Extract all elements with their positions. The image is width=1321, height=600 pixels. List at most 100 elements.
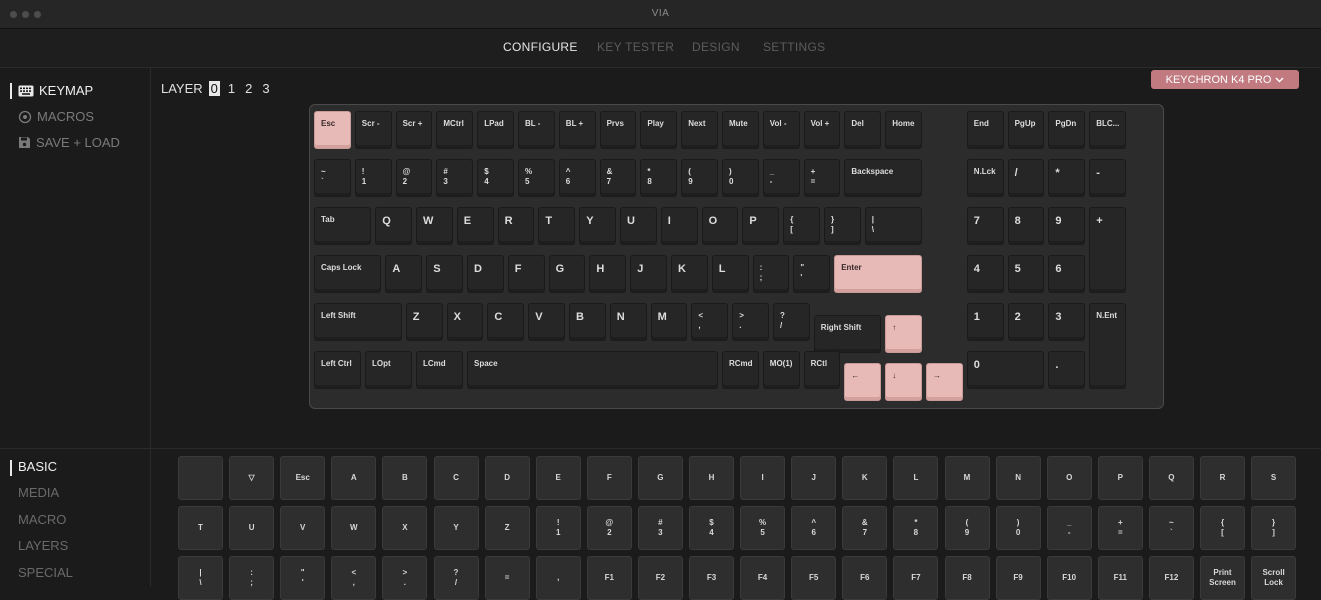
key-r0-c5[interactable]: BL - — [518, 111, 555, 149]
key-r2-c1[interactable]: Q — [375, 207, 412, 245]
key-r4-c11[interactable]: Right Shift — [813, 315, 882, 353]
key-r1-c4[interactable]: $ 4 — [477, 159, 514, 197]
key-r3-c14[interactable]: 5 — [1007, 255, 1045, 293]
key-r5-c2[interactable]: LCmd — [416, 351, 463, 389]
sidebar-item-macros[interactable]: MACROS — [18, 109, 94, 124]
keycode-button-r1-c0[interactable]: T — [178, 506, 223, 550]
keycode-button-r1-c15[interactable]: ( 9 — [944, 506, 990, 550]
keycode-button-r1-c11[interactable]: % 5 — [740, 506, 786, 550]
keycode-button-r0-c17[interactable]: O — [1046, 456, 1092, 500]
key-r4-c5[interactable]: B — [569, 303, 606, 341]
key-r1-c12[interactable]: + = — [803, 159, 841, 197]
keycode-button-r2-c1[interactable]: : ; — [229, 556, 275, 600]
keycode-button-r1-c16[interactable]: ) 0 — [995, 506, 1041, 550]
key-r1-c7[interactable]: & 7 — [599, 159, 637, 197]
keycode-button-r1-c9[interactable]: # 3 — [637, 506, 683, 550]
keycode-button-r2-c8[interactable]: F1 — [586, 556, 632, 600]
key-r5-c7[interactable]: ← — [844, 363, 882, 401]
category-basic[interactable]: BASIC — [18, 459, 57, 474]
key-r0-c17[interactable]: PgDn — [1048, 111, 1086, 149]
key-r3-c2[interactable]: S — [426, 255, 463, 293]
keycode-button-r0-c16[interactable]: N — [995, 456, 1041, 500]
key-r5-c5[interactable]: MO(1) — [762, 351, 800, 389]
key-r1-c15[interactable]: / — [1007, 159, 1045, 197]
key-r4-c12[interactable]: ↑ — [885, 315, 922, 353]
keycode-button-r1-c17[interactable]: _ - — [1046, 506, 1092, 550]
key-r2-c12[interactable]: } ] — [824, 207, 861, 245]
key-r1-c11[interactable]: _ - — [762, 159, 800, 197]
key-r3-c11[interactable]: " ' — [793, 255, 831, 293]
key-r1-c0[interactable]: ~ ` — [314, 159, 351, 197]
device-select-button[interactable]: KEYCHRON K4 PRO — [1151, 70, 1299, 89]
key-r3-c9[interactable]: L — [711, 255, 749, 293]
key-r3-c15[interactable]: 6 — [1048, 255, 1086, 293]
keycode-button-r2-c12[interactable]: F5 — [791, 556, 837, 600]
key-r4-c16[interactable]: N.Ent — [1089, 303, 1126, 389]
keycode-button-r0-c3[interactable]: A — [331, 456, 377, 500]
keycode-button-r2-c4[interactable]: > . — [382, 556, 428, 600]
keycode-button-r0-c20[interactable]: R — [1200, 456, 1245, 500]
key-r2-c11[interactable]: { [ — [783, 207, 820, 245]
sidebar-item-keymap[interactable]: KEYMAP — [18, 83, 93, 98]
keycode-button-r2-c9[interactable]: F2 — [637, 556, 683, 600]
key-r0-c14[interactable]: Home — [885, 111, 922, 149]
tab-design[interactable]: DESIGN — [692, 40, 740, 54]
key-r1-c16[interactable]: * — [1048, 159, 1086, 197]
keycode-button-r1-c12[interactable]: ^ 6 — [791, 506, 837, 550]
key-r4-c1[interactable]: Z — [405, 303, 443, 341]
layer-1-button[interactable]: 1 — [226, 81, 237, 96]
key-r4-c14[interactable]: 2 — [1007, 303, 1045, 341]
key-r1-c8[interactable]: * 8 — [640, 159, 678, 197]
keycode-button-r2-c10[interactable]: F3 — [689, 556, 734, 600]
key-r1-c14[interactable]: N.Lck — [966, 159, 1004, 197]
key-r3-c4[interactable]: F — [507, 255, 545, 293]
keycode-button-r2-c14[interactable]: F7 — [893, 556, 939, 600]
key-r4-c3[interactable]: C — [487, 303, 525, 341]
key-r5-c0[interactable]: Left Ctrl — [314, 351, 361, 389]
key-r2-c2[interactable]: W — [416, 207, 453, 245]
key-r1-c9[interactable]: ( 9 — [681, 159, 718, 197]
keycode-button-r1-c10[interactable]: $ 4 — [689, 506, 734, 550]
key-r5-c11[interactable]: . — [1048, 351, 1086, 389]
keycode-button-r0-c18[interactable]: P — [1097, 456, 1143, 500]
keycode-button-r0-c8[interactable]: F — [586, 456, 632, 500]
keycode-button-r0-c12[interactable]: J — [791, 456, 837, 500]
key-r2-c5[interactable]: T — [538, 207, 576, 245]
keycode-button-r1-c21[interactable]: } ] — [1251, 506, 1297, 550]
key-r0-c15[interactable]: End — [966, 111, 1004, 149]
category-special[interactable]: SPECIAL — [18, 565, 73, 580]
key-r5-c1[interactable]: LOpt — [365, 351, 412, 389]
keycode-button-r2-c7[interactable]: , — [535, 556, 581, 600]
key-r0-c13[interactable]: Del — [844, 111, 882, 149]
keycode-button-r1-c20[interactable]: { [ — [1200, 506, 1245, 550]
keycode-button-r2-c5[interactable]: ? / — [433, 556, 479, 600]
key-r4-c0[interactable]: Left Shift — [314, 303, 402, 341]
key-r5-c3[interactable]: Space — [467, 351, 718, 389]
keycode-button-r2-c2[interactable]: " ' — [280, 556, 326, 600]
key-r1-c1[interactable]: ! 1 — [354, 159, 392, 197]
category-macro[interactable]: MACRO — [18, 512, 66, 527]
key-r1-c6[interactable]: ^ 6 — [558, 159, 596, 197]
keycode-button-r2-c0[interactable]: | \ — [178, 556, 223, 600]
keycode-button-r0-c15[interactable]: M — [944, 456, 990, 500]
key-r4-c2[interactable]: X — [446, 303, 484, 341]
key-r0-c12[interactable]: Vol + — [803, 111, 841, 149]
key-r2-c8[interactable]: I — [660, 207, 698, 245]
keycode-button-r2-c17[interactable]: F10 — [1046, 556, 1092, 600]
layer-2-button[interactable]: 2 — [243, 81, 254, 96]
keycode-button-r2-c19[interactable]: F12 — [1148, 556, 1194, 600]
keycode-button-r0-c5[interactable]: C — [433, 456, 479, 500]
key-r1-c5[interactable]: % 5 — [518, 159, 555, 197]
key-r0-c9[interactable]: Next — [681, 111, 718, 149]
key-r4-c9[interactable]: > . — [732, 303, 769, 341]
key-r4-c6[interactable]: N — [609, 303, 647, 341]
keycode-button-r0-c10[interactable]: H — [689, 456, 734, 500]
key-r0-c10[interactable]: Mute — [722, 111, 759, 149]
key-r3-c5[interactable]: G — [548, 255, 586, 293]
key-r3-c0[interactable]: Caps Lock — [314, 255, 382, 293]
key-r3-c6[interactable]: H — [589, 255, 627, 293]
keycode-button-r2-c3[interactable]: < , — [331, 556, 377, 600]
tab-settings[interactable]: SETTINGS — [763, 40, 825, 54]
layer-0-button[interactable]: 0 — [208, 81, 220, 96]
keycode-button-r1-c13[interactable]: & 7 — [842, 506, 888, 550]
